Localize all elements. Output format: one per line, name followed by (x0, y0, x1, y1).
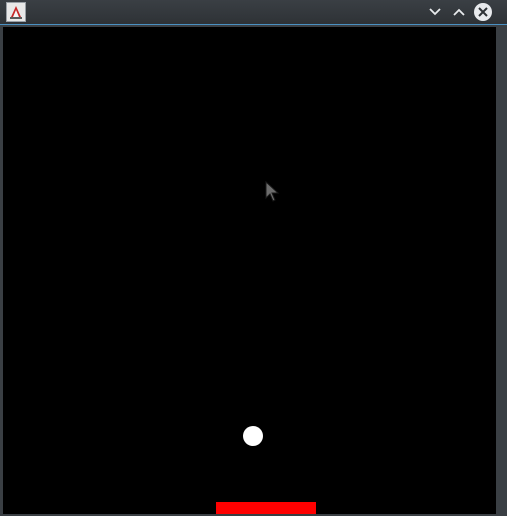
chevron-down-icon (429, 8, 441, 16)
close-icon (478, 7, 488, 17)
java-app-icon[interactable] (6, 2, 26, 22)
window-border-right (496, 25, 507, 516)
ball (243, 426, 263, 446)
game-canvas[interactable] (3, 27, 496, 514)
close-button[interactable] (474, 3, 492, 21)
app-window (0, 0, 507, 516)
window-controls (426, 1, 492, 23)
title-bar[interactable] (0, 0, 507, 25)
maximize-button[interactable] (450, 3, 468, 21)
mouse-pointer-icon (265, 180, 281, 203)
minimize-button[interactable] (426, 3, 444, 21)
chevron-up-icon (453, 8, 465, 16)
paddle (216, 502, 316, 514)
